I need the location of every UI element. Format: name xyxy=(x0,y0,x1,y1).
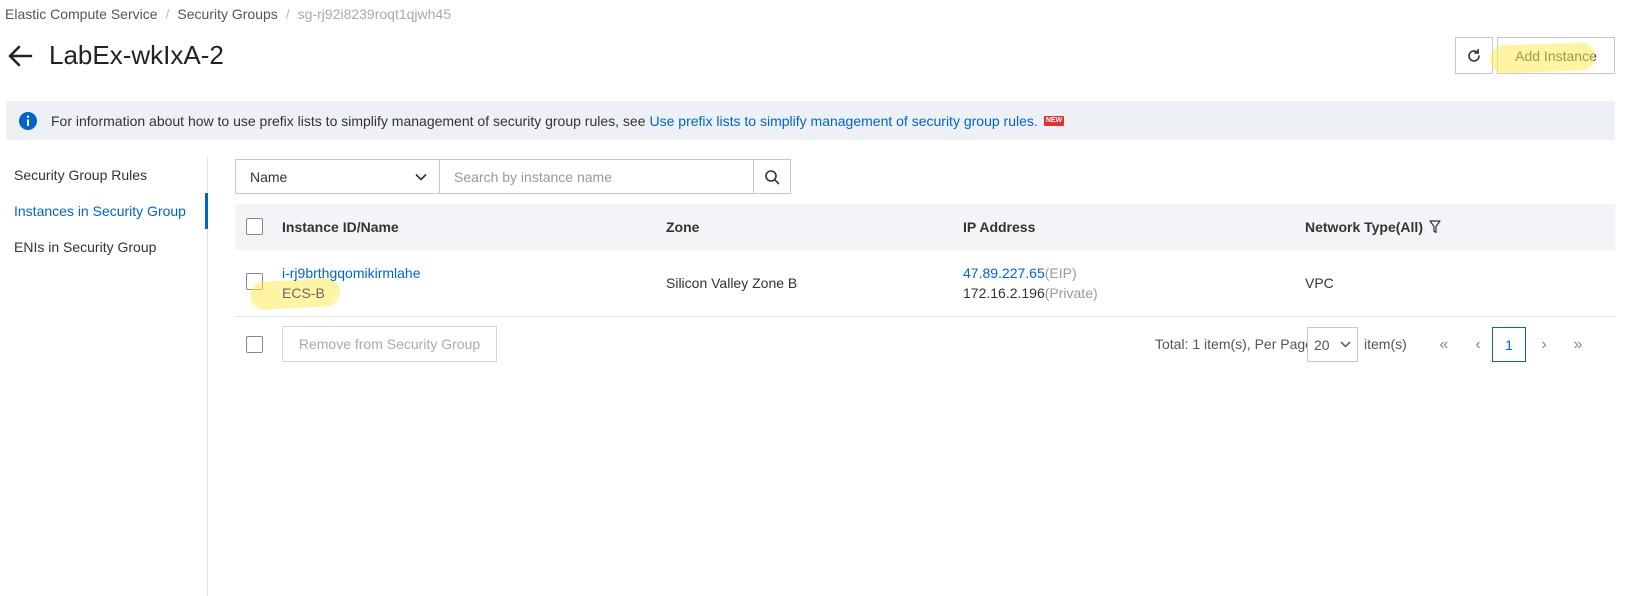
zone-value: Silicon Valley Zone B xyxy=(666,275,798,291)
search-button[interactable] xyxy=(754,159,791,194)
private-ip: 172.16.2.196(Private) xyxy=(963,285,1098,301)
column-header-network-type-label: Network Type(All) xyxy=(1305,219,1423,235)
private-ip-value: 172.16.2.196 xyxy=(963,285,1045,301)
public-ip-link[interactable]: 47.89.227.65 xyxy=(963,265,1045,281)
chevron-down-icon xyxy=(415,173,427,181)
public-ip-tag: (EIP) xyxy=(1044,265,1077,281)
column-header-instance: Instance ID/Name xyxy=(282,219,399,235)
filter-field-select[interactable]: Name xyxy=(235,159,440,194)
refresh-icon xyxy=(1468,48,1480,62)
page-1-button[interactable]: 1 xyxy=(1492,327,1526,362)
new-badge: NEW xyxy=(1043,115,1065,126)
filter-bar: Name xyxy=(235,159,791,194)
breadcrumb-current: sg-rj92i8239roqt1qjwh45 xyxy=(297,6,451,22)
breadcrumb-security-groups[interactable]: Security Groups xyxy=(177,6,277,22)
total-count-text: Total: 1 item(s), Per Page: xyxy=(1155,336,1317,352)
prev-page-button[interactable]: ‹ xyxy=(1461,327,1495,362)
public-ip: 47.89.227.65(EIP) xyxy=(963,265,1077,281)
sidebar-item-enis[interactable]: ENIs in Security Group xyxy=(0,229,207,265)
remove-from-security-group-button[interactable]: Remove from Security Group xyxy=(282,326,497,362)
sidebar-nav: Security Group Rules Instances in Securi… xyxy=(0,157,208,596)
table-header: Instance ID/Name Zone IP Address Network… xyxy=(235,204,1615,250)
back-arrow-icon[interactable] xyxy=(6,42,34,70)
filter-field-value: Name xyxy=(250,168,288,185)
breadcrumb: Elastic Compute Service / Security Groups /… xyxy=(5,6,451,22)
refresh-button[interactable] xyxy=(1455,37,1493,74)
instance-id-link[interactable]: i-rj9brthgqomikirmlahe xyxy=(282,265,421,281)
info-banner: For information about how to use prefix … xyxy=(6,101,1615,140)
chevron-down-icon xyxy=(1340,341,1351,348)
per-page-select[interactable]: 20 xyxy=(1307,327,1358,362)
network-type-value: VPC xyxy=(1305,275,1334,291)
column-header-zone: Zone xyxy=(666,219,700,235)
row-checkbox[interactable] xyxy=(246,273,263,290)
banner-text: For information about how to use prefix … xyxy=(51,112,646,129)
page-title: LabEx-wkIxA-2 xyxy=(49,40,224,70)
table-footer: Remove from Security Group Total: 1 item… xyxy=(235,326,1615,363)
info-icon xyxy=(19,111,37,130)
footer-select-all-checkbox[interactable] xyxy=(246,336,263,353)
per-page-value: 20 xyxy=(1314,336,1330,353)
add-instance-button[interactable]: Add Instance xyxy=(1497,37,1615,74)
first-page-button[interactable]: « xyxy=(1427,327,1461,362)
filter-icon[interactable] xyxy=(1429,220,1441,234)
prefix-lists-link[interactable]: Use prefix lists to simplify management … xyxy=(650,113,1038,129)
items-label: item(s) xyxy=(1364,336,1407,352)
sidebar-item-instances[interactable]: Instances in Security Group xyxy=(0,193,208,229)
select-all-checkbox[interactable] xyxy=(246,218,263,235)
column-header-network-type: Network Type(All) xyxy=(1305,219,1441,235)
sidebar-item-security-group-rules[interactable]: Security Group Rules xyxy=(0,157,207,193)
breadcrumb-elastic-compute-service[interactable]: Elastic Compute Service xyxy=(5,6,158,22)
search-input[interactable] xyxy=(440,159,754,194)
breadcrumb-separator: / xyxy=(165,6,170,22)
last-page-button[interactable]: » xyxy=(1561,327,1595,362)
instances-table: Instance ID/Name Zone IP Address Network… xyxy=(235,204,1615,317)
column-header-ip: IP Address xyxy=(963,219,1036,235)
next-page-button[interactable]: › xyxy=(1527,327,1561,362)
instance-name: ECS-B xyxy=(282,285,325,301)
search-icon xyxy=(765,169,780,184)
breadcrumb-separator: / xyxy=(285,6,290,22)
table-row: i-rj9brthgqomikirmlahe ECS-B Silicon Val… xyxy=(235,250,1615,317)
private-ip-tag: (Private) xyxy=(1044,285,1098,301)
